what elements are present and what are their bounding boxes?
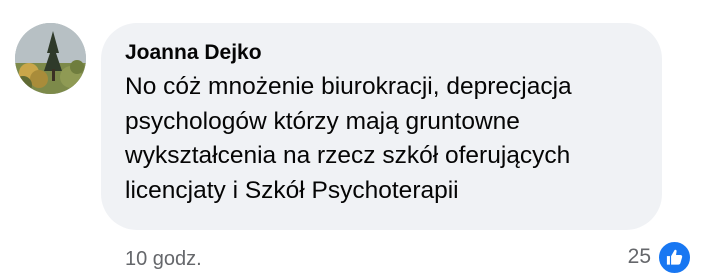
- comment-author[interactable]: Joanna Dejko: [125, 40, 642, 66]
- avatar-photo-icon: [15, 23, 86, 94]
- like-icon: [657, 239, 692, 275]
- reaction-count: 25: [627, 245, 651, 268]
- comment-timestamp[interactable]: 10 godz.: [125, 247, 202, 271]
- reaction-summary[interactable]: 25: [627, 239, 692, 275]
- comment-bubble: Joanna Dejko No cóż mnożenie biurokracji…: [101, 23, 662, 230]
- comment-text: No cóż mnożenie biurokracji, deprecjacja…: [125, 73, 572, 204]
- avatar[interactable]: [15, 23, 86, 94]
